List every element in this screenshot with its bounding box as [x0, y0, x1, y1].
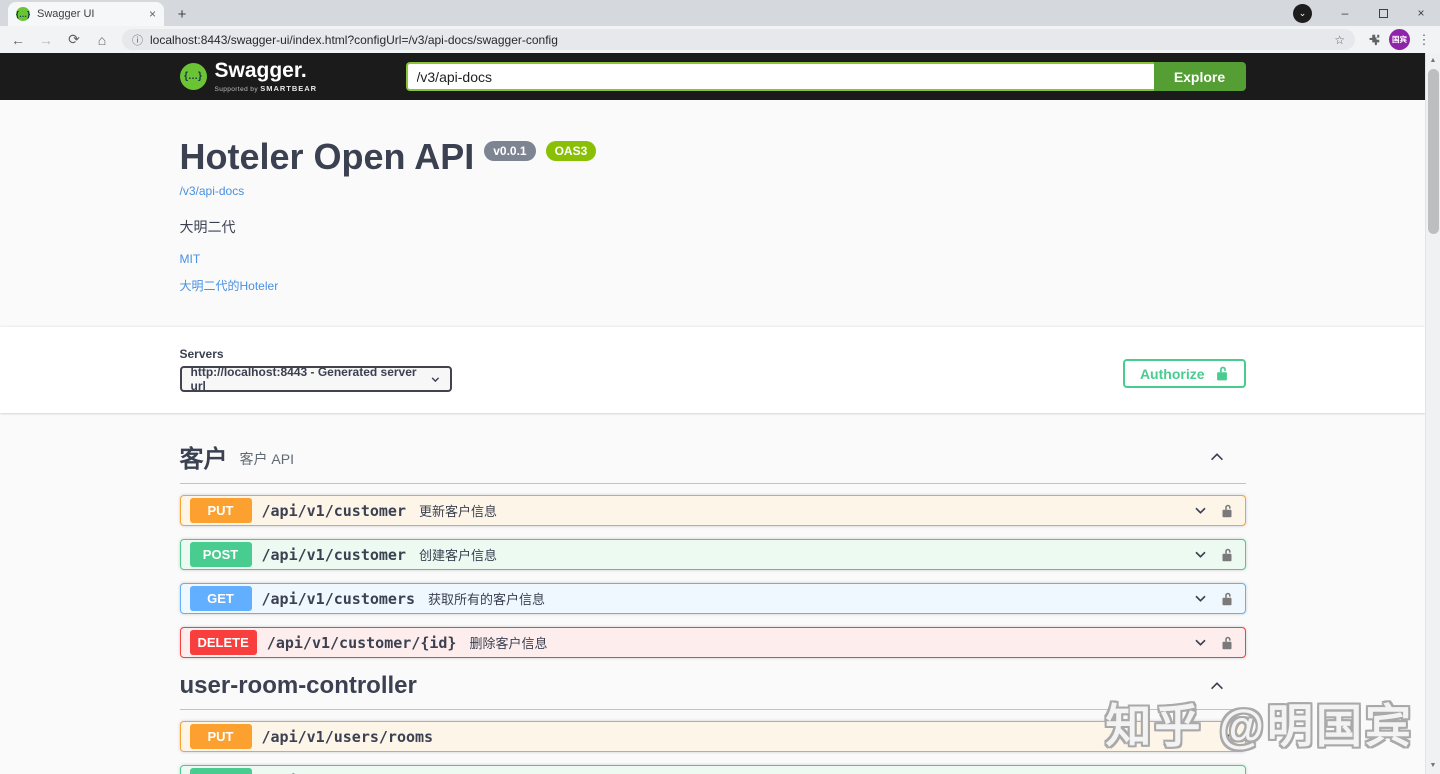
back-button[interactable]: ← [6, 28, 30, 52]
swagger-favicon-icon: {…} [16, 7, 30, 21]
swagger-logo: {…} Swagger. Supported by SMARTBEAR [180, 60, 318, 93]
section-customer-header[interactable]: 客户 客户 API [180, 439, 1246, 484]
version-badge: v0.0.1 [484, 141, 535, 161]
servers-block: Servers http://localhost:8443 - Generate… [180, 347, 452, 392]
tab-title: Swagger UI [37, 8, 142, 20]
operation-description: 获取所有的客户信息 [428, 589, 545, 608]
chevron-down-icon[interactable] [1193, 635, 1208, 650]
spec-link[interactable]: /v3/api-docs [180, 184, 245, 198]
chevron-down-icon[interactable] [1193, 547, 1208, 562]
address-bar[interactable]: ⓘ localhost:8443/swagger-ui/index.html?c… [122, 29, 1355, 50]
lock-icon[interactable] [1221, 547, 1233, 563]
operation-description: 创建客户信息 [419, 545, 497, 564]
forward-button[interactable]: → [34, 28, 58, 52]
operation-row[interactable]: PUT /api/v1/users/rooms [180, 721, 1246, 752]
tab-close-icon[interactable]: × [149, 7, 156, 21]
method-badge: POST [190, 542, 252, 567]
section-subtitle: 客户 API [240, 445, 294, 469]
method-badge: PUT [190, 724, 252, 749]
explore-button[interactable]: Explore [1154, 62, 1246, 91]
page-scrollbar[interactable]: ▲ ▼ [1425, 53, 1440, 774]
browser-toolbar: ← → ⟳ ⌂ ⓘ localhost:8443/swagger-ui/inde… [0, 26, 1440, 53]
lock-icon[interactable] [1221, 635, 1233, 651]
spec-url-form: Explore [406, 62, 1246, 91]
page-info-icon[interactable]: ⓘ [132, 32, 143, 48]
oas-badge: OAS3 [546, 141, 597, 161]
authorize-button[interactable]: Authorize [1123, 359, 1246, 388]
swagger-logo-subtext: Supported by SMARTBEAR [215, 84, 318, 93]
operation-description: 删除客户信息 [469, 633, 547, 652]
lock-icon[interactable] [1221, 503, 1233, 519]
operation-row[interactable]: PUT /api/v1/customer 更新客户信息 [180, 495, 1246, 526]
swagger-page: {…} Swagger. Supported by SMARTBEAR Expl… [0, 53, 1440, 774]
chevron-down-icon[interactable] [1193, 591, 1208, 606]
server-select-value: http://localhost:8443 - Generated server… [191, 365, 430, 393]
license-link[interactable]: MIT [180, 252, 201, 266]
scheme-container: Servers http://localhost:8443 - Generate… [0, 327, 1425, 413]
operation-path: /api/v1/users/rooms [262, 728, 434, 746]
media-controls-icon[interactable]: ⌄ [1293, 4, 1312, 23]
operation-path: /api/v1/customer/{id} [267, 634, 457, 652]
method-badge: GET [190, 586, 252, 611]
operation-row[interactable]: DELETE /api/v1/customer/{id} 删除客户信息 [180, 627, 1246, 658]
section-customer: 客户 客户 API PUT /api/v1/customer 更新客户信息 [180, 439, 1246, 658]
browser-window: {…} Swagger UI × + ⌄ – × ← → ⟳ ⌂ ⓘ local… [0, 0, 1440, 774]
section-title: user-room-controller [180, 672, 417, 700]
operation-row[interactable]: GET /api/v1/customers 获取所有的客户信息 [180, 583, 1246, 614]
lock-icon[interactable] [1221, 591, 1233, 607]
spec-url-input[interactable] [406, 62, 1154, 91]
window-close-button[interactable]: × [1402, 0, 1440, 26]
browser-tab[interactable]: {…} Swagger UI × [8, 2, 164, 26]
bookmark-star-icon[interactable]: ☆ [1334, 33, 1345, 47]
api-info-section: Hoteler Open API v0.0.1 OAS3 /v3/api-doc… [180, 100, 1246, 294]
browser-titlebar: {…} Swagger UI × + ⌄ – × [0, 0, 1440, 26]
operation-row[interactable]: POST /api/v1/users/rooms [180, 765, 1246, 774]
operation-row[interactable]: POST /api/v1/customer 创建客户信息 [180, 539, 1246, 570]
extensions-puzzle-icon[interactable] [1363, 29, 1385, 51]
new-tab-button[interactable]: + [170, 3, 194, 25]
scroll-up-icon[interactable]: ▲ [1430, 53, 1437, 67]
scroll-down-icon[interactable]: ▼ [1430, 758, 1437, 772]
window-restore-button[interactable] [1364, 0, 1402, 26]
scrollbar-thumb[interactable] [1428, 69, 1439, 234]
reload-button[interactable]: ⟳ [62, 28, 86, 52]
section-user-room-header[interactable]: user-room-controller [180, 672, 1246, 710]
external-docs-link[interactable]: 大明二代的Hoteler [180, 277, 1246, 294]
browser-menu-icon[interactable]: ⋮ [1414, 29, 1434, 51]
operation-description: 更新客户信息 [419, 501, 497, 520]
window-minimize-button[interactable]: – [1326, 0, 1364, 26]
api-description: 大明二代 [180, 217, 1246, 237]
unlock-icon [1215, 365, 1229, 382]
chevron-down-icon[interactable] [1193, 503, 1208, 518]
method-badge: DELETE [190, 630, 257, 655]
section-title: 客户 [180, 439, 228, 474]
chevron-down-icon [430, 374, 441, 385]
chevron-up-icon[interactable] [1208, 677, 1226, 695]
method-badge: PUT [190, 498, 252, 523]
swagger-logo-text: Swagger. [215, 59, 307, 82]
home-button[interactable]: ⌂ [90, 28, 114, 52]
chevron-down-icon[interactable] [1218, 729, 1233, 744]
api-title: Hoteler Open API [180, 136, 475, 178]
method-badge: POST [190, 768, 252, 774]
operation-path: /api/v1/customer [262, 502, 407, 520]
swagger-topbar: {…} Swagger. Supported by SMARTBEAR Expl… [0, 53, 1425, 100]
servers-label: Servers [180, 347, 452, 361]
section-user-room-controller: user-room-controller PUT /api/v1/users/r… [180, 672, 1246, 774]
chevron-up-icon[interactable] [1208, 448, 1226, 466]
operation-path: /api/v1/customers [262, 590, 416, 608]
url-text[interactable]: localhost:8443/swagger-ui/index.html?con… [150, 33, 1327, 47]
operation-path: /api/v1/customer [262, 546, 407, 564]
server-select[interactable]: http://localhost:8443 - Generated server… [180, 366, 452, 392]
profile-avatar[interactable]: 国宾 [1389, 29, 1410, 50]
restore-icon [1379, 9, 1388, 18]
swagger-logo-icon: {…} [180, 63, 207, 90]
